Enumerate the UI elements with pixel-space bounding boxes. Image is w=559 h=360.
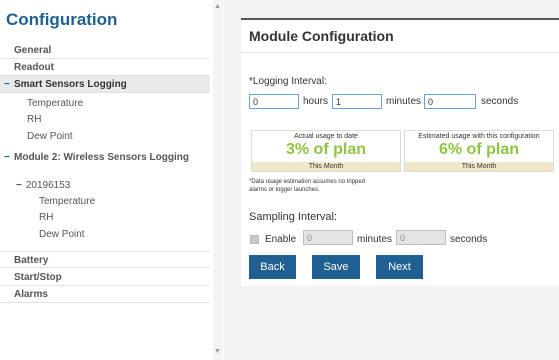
sidebar-item-battery[interactable]: Battery xyxy=(0,251,210,268)
logging-seconds-input[interactable] xyxy=(424,94,476,109)
sampling-minutes-input[interactable] xyxy=(303,230,353,245)
sidebar-item-smart-sensors-logging[interactable]: − Smart Sensors Logging xyxy=(0,76,210,93)
sidebar-subitem-rh[interactable]: RH xyxy=(27,114,41,125)
sidebar-item-general[interactable]: General xyxy=(0,42,210,59)
usage-estimated-footer: This Month xyxy=(405,162,553,171)
logging-interval-label: *Logging Interval: xyxy=(249,76,327,87)
enable-label: Enable xyxy=(265,234,297,245)
save-button[interactable]: Save xyxy=(312,255,360,279)
sidebar-title: Configuration xyxy=(6,10,118,29)
usage-actual-card: Actual usage to date 3% of plan This Mon… xyxy=(251,130,401,172)
collapse-icon[interactable]: − xyxy=(4,152,10,163)
scroll-up-icon[interactable]: ▲ xyxy=(214,3,221,10)
sidebar-subitem-temperature[interactable]: Temperature xyxy=(27,98,83,109)
back-button[interactable]: Back xyxy=(249,255,296,279)
enable-checkbox[interactable] xyxy=(250,235,259,244)
usage-estimated-value: 6% of plan xyxy=(438,141,519,158)
usage-estimated-card: Estimated usage with this configuration … xyxy=(404,130,554,172)
sampling-minutes-label: minutes xyxy=(357,234,393,245)
sidebar-item-label: Smart Sensors Logging xyxy=(14,79,127,90)
sidebar-device-item[interactable]: −20196153 xyxy=(16,180,70,191)
usage-estimated-label: Estimated usage with this configuration xyxy=(418,133,540,140)
usage-actual-footer: This Month xyxy=(252,162,400,171)
minutes-label: minutes xyxy=(386,96,422,107)
sidebar-item-readout[interactable]: Readout xyxy=(0,59,210,76)
sidebar-item-label: Module 2: Wireless Sensors Logging xyxy=(14,152,189,163)
sampling-seconds-label: seconds xyxy=(450,234,488,245)
scroll-down-icon[interactable]: ▼ xyxy=(214,348,221,355)
logging-hours-input[interactable] xyxy=(249,94,299,109)
usage-actual-label: Actual usage to date xyxy=(294,133,358,140)
page-title: Module Configuration xyxy=(249,28,394,44)
sidebar-scrollbar[interactable]: ▲ ▼ xyxy=(213,0,223,360)
hours-label: hours xyxy=(303,96,329,107)
seconds-label: seconds xyxy=(481,96,519,107)
sidebar-subitem-temperature[interactable]: Temperature xyxy=(39,196,95,207)
sidebar: Configuration General Readout − Smart Se… xyxy=(0,0,224,360)
sidebar-item-alarms[interactable]: Alarms xyxy=(0,286,210,303)
sampling-seconds-input[interactable] xyxy=(396,230,446,245)
usage-note: *Data usage estimation assumes no trippe… xyxy=(249,179,366,193)
usage-actual-value: 3% of plan xyxy=(285,141,366,158)
device-id: 20196153 xyxy=(25,180,71,191)
sidebar-item-start-stop[interactable]: Start/Stop xyxy=(0,269,210,286)
sidebar-item-module2[interactable]: − Module 2: Wireless Sensors Logging xyxy=(0,152,210,163)
sidebar-subitem-dew-point[interactable]: Dew Point xyxy=(27,131,73,142)
collapse-icon[interactable]: − xyxy=(16,180,22,191)
next-button[interactable]: Next xyxy=(376,255,423,279)
divider xyxy=(241,52,559,53)
sampling-interval-label: Sampling Interval: xyxy=(249,211,338,223)
sidebar-subitem-dew-point[interactable]: Dew Point xyxy=(39,229,85,240)
logging-minutes-input[interactable] xyxy=(332,94,382,109)
sidebar-subitem-rh[interactable]: RH xyxy=(39,212,53,223)
collapse-icon[interactable]: − xyxy=(4,76,10,93)
